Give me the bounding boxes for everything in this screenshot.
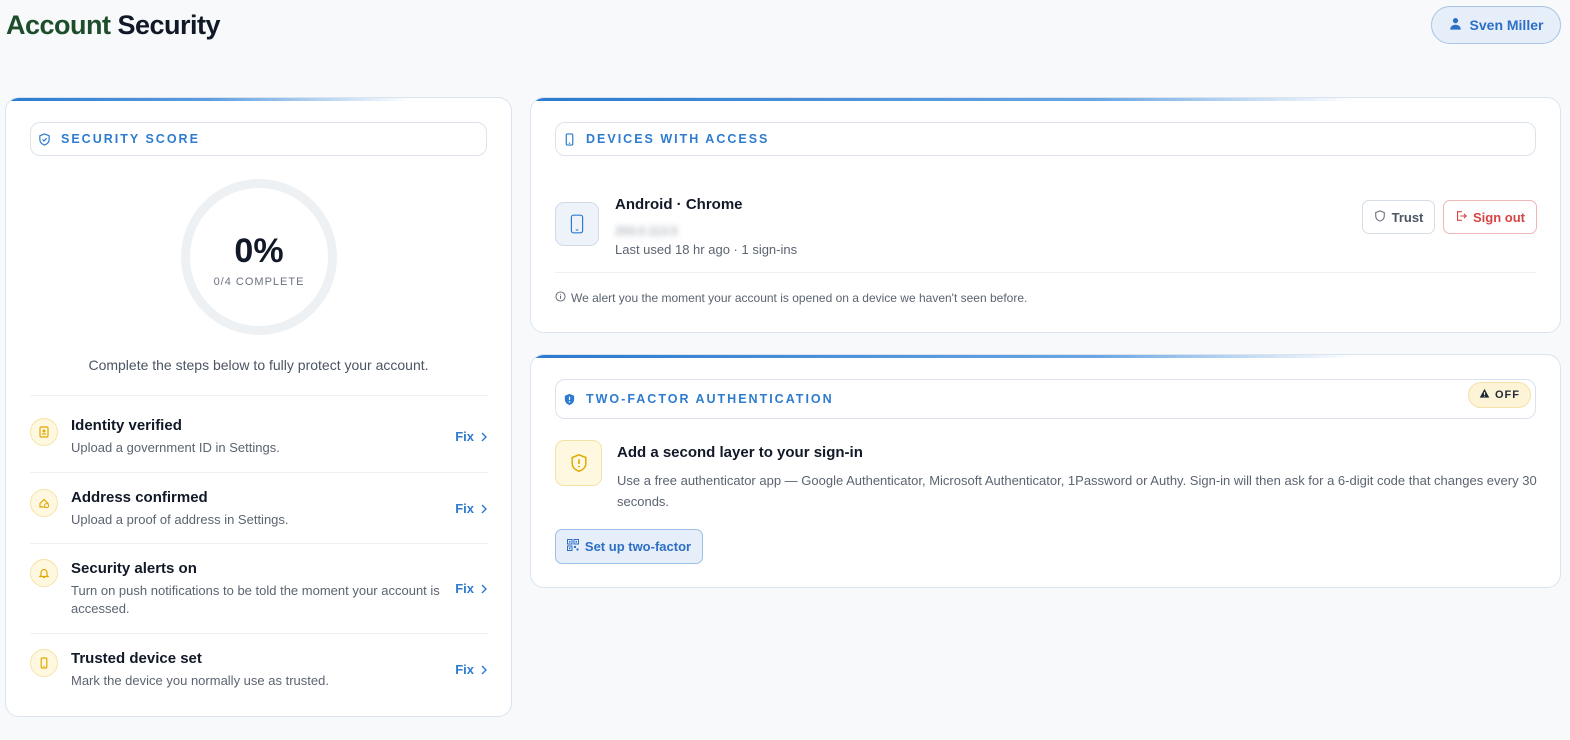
user-name: Sven Miller <box>1469 17 1544 33</box>
two-factor-header: TWO-FACTOR AUTHENTICATION OFF <box>555 379 1536 419</box>
fix-identity-button[interactable]: Fix <box>455 429 488 444</box>
step-trusted-device: Trusted device set Mark the device you n… <box>30 633 488 708</box>
shield-icon <box>562 392 576 406</box>
status-badge: OFF <box>1468 382 1531 408</box>
step-alerts: Security alerts on Turn on push notifica… <box>30 543 488 633</box>
score-hint: Complete the steps below to fully protec… <box>88 357 429 373</box>
step-desc: Upload a government ID in Settings. <box>71 440 280 455</box>
chevron-right-icon <box>481 584 487 593</box>
note-text: We alert you the moment your account is … <box>571 291 1028 305</box>
card-accent-line <box>531 355 1560 358</box>
qr-code-icon <box>566 539 579 554</box>
step-desc: Mark the device you normally use as trus… <box>71 673 329 688</box>
phone-icon <box>562 132 576 146</box>
security-steps-list: Identity verified Upload a government ID… <box>30 395 488 708</box>
new-device-alert-note: We alert you the moment your account is … <box>555 291 1027 305</box>
warning-icon <box>1479 388 1490 402</box>
page-title-part1: Account <box>6 10 111 40</box>
devices-header: DEVICES WITH ACCESS <box>555 122 1536 156</box>
fix-label: Fix <box>455 662 474 677</box>
fix-alerts-button[interactable]: Fix <box>455 581 488 596</box>
card-accent-line <box>6 98 511 101</box>
page-title: Account Security <box>6 10 221 41</box>
step-title: Trusted device set <box>71 650 202 667</box>
device-last-used: Last used 18 hr ago · 1 sign-ins <box>615 242 798 257</box>
sign-out-device-button[interactable]: Sign out <box>1443 200 1537 234</box>
score-complete-count: 0/4 COMPLETE <box>213 276 305 288</box>
user-menu-button[interactable]: Sven Miller <box>1431 6 1561 44</box>
devices-card: DEVICES WITH ACCESS Android · Chrome 203… <box>530 97 1561 333</box>
id-card-icon <box>30 418 58 446</box>
setup-two-factor-button[interactable]: Set up two-factor <box>555 529 703 564</box>
home-check-icon <box>30 489 58 517</box>
two-factor-card: TWO-FACTOR AUTHENTICATION OFF Add a seco… <box>530 354 1561 588</box>
devices-label: DEVICES WITH ACCESS <box>586 132 770 146</box>
step-address: Address confirmed Upload a proof of addr… <box>30 472 488 543</box>
trust-label: Trust <box>1391 209 1424 225</box>
device-ip: 203.0.113.5 <box>615 224 678 238</box>
security-score-header: SECURITY SCORE <box>30 122 487 156</box>
chevron-right-icon <box>481 504 487 513</box>
card-accent-line <box>531 98 1560 101</box>
step-desc: Turn on push notifications to be told th… <box>71 583 440 616</box>
fix-label: Fix <box>455 581 474 596</box>
page-title-part2: Security <box>117 10 221 40</box>
chevron-right-icon <box>481 432 487 441</box>
step-title: Security alerts on <box>71 560 197 577</box>
security-score-label: SECURITY SCORE <box>61 132 200 146</box>
device-phone-icon <box>555 202 599 246</box>
shield-check-icon <box>37 132 51 146</box>
score-ring: 0% 0/4 COMPLETE <box>181 179 337 335</box>
user-icon <box>1449 17 1462 33</box>
shield-icon <box>1374 209 1386 225</box>
two-factor-description: Use a free authenticator app — Google Au… <box>617 473 1537 509</box>
trust-device-button[interactable]: Trust <box>1362 200 1435 234</box>
bell-icon <box>30 559 58 587</box>
info-icon <box>555 291 566 305</box>
sign-out-label: Sign out <box>1473 209 1525 225</box>
phone-icon <box>30 649 58 677</box>
device-name: Android · Chrome <box>615 196 743 213</box>
score-percent: 0% <box>234 232 284 270</box>
setup-label: Set up two-factor <box>584 539 692 554</box>
security-score-card: SECURITY SCORE 0% 0/4 COMPLETE Complete … <box>5 97 512 717</box>
fix-trusted-device-button[interactable]: Fix <box>455 662 488 677</box>
shield-alert-icon <box>555 440 602 486</box>
step-desc: Upload a proof of address in Settings. <box>71 512 289 527</box>
status-text: OFF <box>1495 389 1520 401</box>
fix-label: Fix <box>455 501 474 516</box>
two-factor-label: TWO-FACTOR AUTHENTICATION <box>586 392 834 406</box>
two-factor-title: Add a second layer to your sign-in <box>617 444 863 461</box>
step-title: Address confirmed <box>71 489 208 506</box>
chevron-right-icon <box>481 665 487 674</box>
divider <box>555 272 1536 273</box>
step-title: Identity verified <box>71 417 182 434</box>
fix-address-button[interactable]: Fix <box>455 501 488 516</box>
fix-label: Fix <box>455 429 474 444</box>
step-identity: Identity verified Upload a government ID… <box>30 395 488 472</box>
sign-out-icon <box>1455 210 1467 225</box>
